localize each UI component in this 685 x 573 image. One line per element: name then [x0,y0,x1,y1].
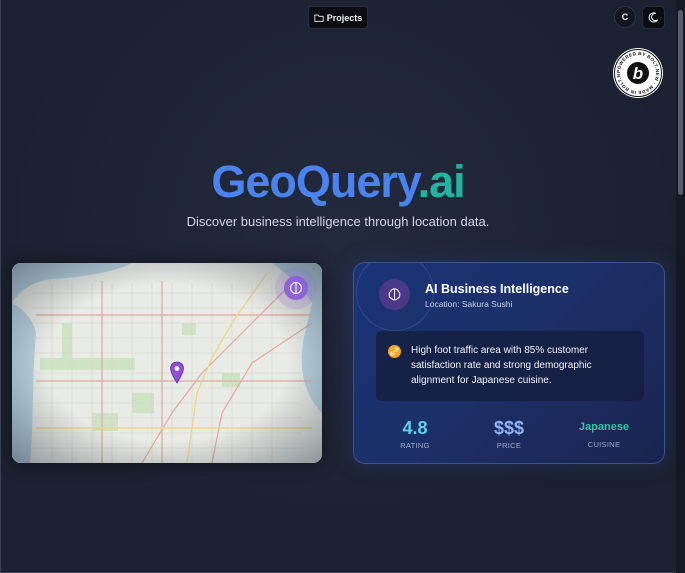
map-pin-icon[interactable] [169,361,185,385]
powered-by-bolt-badge[interactable]: POWERED BY BOLT.NEW · MADE IN BOLT.NEW ·… [613,48,663,98]
stat-cuisine: Japanese CUISINE [559,420,649,449]
scrollbar[interactable] [676,0,685,573]
brain-icon [289,281,303,295]
ai-card-title: AI Business Intelligence [425,282,569,296]
brain-icon [388,288,401,301]
stat-price-label: PRICE [496,441,522,450]
badge-letter: b [633,64,643,83]
projects-button[interactable]: Projects [308,6,368,29]
stat-rating-label: RATING [400,441,430,450]
avatar-initial: C [621,12,629,22]
avatar[interactable]: C [614,6,636,28]
map-view[interactable] [12,263,322,463]
ai-business-intelligence-card: AI Business Intelligence Location: Sakur… [353,262,665,464]
page-subtitle: Discover business intelligence through l… [186,214,490,229]
stat-price-value: $$$ [493,418,525,438]
ai-card-location: Location: Sakura Sushi [425,299,513,309]
page-title: GeoQuery.ai [0,156,676,208]
folder-icon [314,14,324,22]
link-icon [388,345,401,358]
ai-brain-badge [379,279,410,310]
scrollbar-thumb[interactable] [678,10,683,195]
theme-toggle-button[interactable] [642,6,665,29]
title-ai-suffix: .ai [417,156,466,207]
stat-cuisine-label: CUISINE [587,440,621,449]
insight-text: High foot traffic area with 85% customer… [411,345,592,386]
map-image [12,263,322,463]
moon-icon [648,12,659,23]
stat-rating: 4.8 RATING [370,417,460,450]
projects-label: Projects [326,12,363,23]
map-ai-toggle-button[interactable] [284,276,308,300]
stat-cuisine-value: Japanese [578,421,630,433]
stat-price: $$$ PRICE [464,417,554,450]
title-geoquery: GeoQuery [211,156,418,207]
insight-box: High foot traffic area with 85% customer… [376,331,644,401]
stat-rating-value: 4.8 [402,418,428,438]
